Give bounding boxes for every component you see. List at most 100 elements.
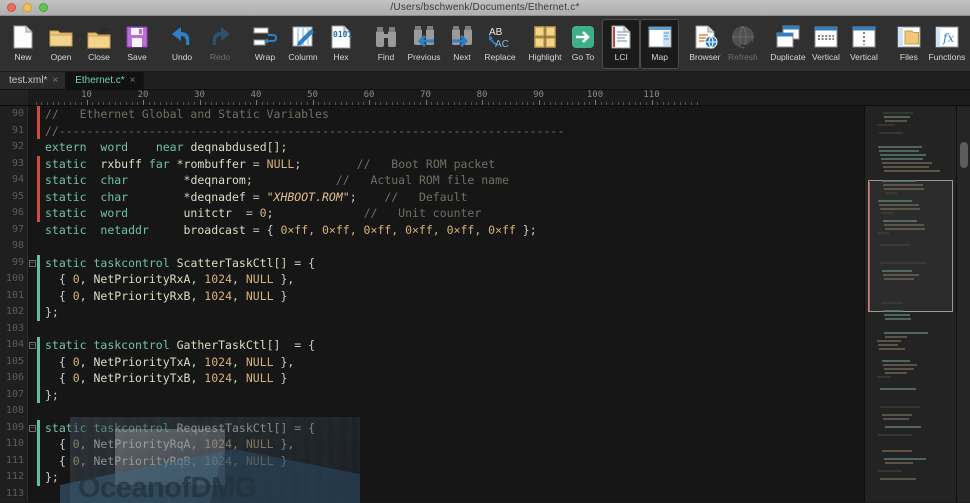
code-line[interactable]: 90 // Ethernet Global and Static Variable… [0, 106, 864, 123]
fold-toggle-icon[interactable]: − [28, 259, 37, 267]
toolbar-button-hex[interactable]: 0101 Hex [322, 19, 360, 69]
toolbar-button-next[interactable]: Next [443, 19, 481, 69]
line-number: 113 [5, 487, 24, 499]
line-number: 94 [11, 174, 24, 185]
toolbar-button-vertical[interactable]: Vertical [807, 19, 845, 69]
toolbar-button-wrap[interactable]: Wrap [246, 19, 284, 69]
ruler-tick [578, 102, 580, 105]
ruler-tick [131, 102, 133, 105]
ruler-tick [527, 102, 529, 105]
toolbar-button-new[interactable]: New [4, 19, 42, 69]
code-line[interactable]: 109− static taskcontrol RequestTaskCtl[] … [0, 419, 864, 436]
toolbar-button-open[interactable]: Open [42, 19, 80, 69]
ruler-tick [114, 102, 116, 105]
refresh-globe-icon [728, 22, 757, 51]
code-line[interactable]: 91 //------------------------------------… [0, 122, 864, 139]
toolbar-button-vertical-2[interactable]: Vertical [845, 19, 883, 69]
ruler-tick [380, 102, 382, 105]
code-line[interactable]: 105 { 0, NetPriorityTxA, 1024, NULL }, [0, 353, 864, 370]
toolbar-button-go-to[interactable]: Go To [564, 19, 602, 69]
code-line[interactable]: 97 static netaddr broadcast = { 0×ff, 0×f… [0, 222, 864, 239]
document-tab-ethernet-c-[interactable]: Ethernet.c* × [66, 72, 144, 89]
ruler-tick [239, 102, 241, 105]
toolbar-button-find[interactable]: Find [367, 19, 405, 69]
minimap-code-row [880, 262, 926, 264]
new-document-icon [9, 22, 38, 51]
document-tab-label: Ethernet.c* [75, 75, 125, 86]
code-line[interactable]: 99− static taskcontrol ScatterTaskCtl[] =… [0, 254, 864, 271]
code-line[interactable]: 95 static char *deqnadef = "XHBOOT.ROM"; … [0, 188, 864, 205]
toolbar-button-map[interactable]: Map [640, 19, 679, 69]
ruler-tick [402, 102, 404, 105]
toolbar-button-browser[interactable]: Browser [686, 19, 724, 69]
toolbar-button-label: Next [453, 52, 471, 62]
code-line[interactable]: 101 { 0, NetPriorityRxB, 1024, NULL } [0, 287, 864, 304]
line-number: 111 [5, 454, 24, 466]
minimap-code-row [877, 340, 901, 342]
code-line[interactable]: 100 { 0, NetPriorityRxA, 1024, NULL }, [0, 271, 864, 288]
toolbar-button-replace[interactable]: AB AC Replace [481, 19, 519, 69]
code-line[interactable]: 103 [0, 321, 864, 338]
fold-toggle-icon[interactable]: − [28, 341, 37, 350]
vertical-scrollbar[interactable] [956, 106, 970, 502]
ruler-tick [312, 100, 314, 105]
ruler-tick [295, 102, 297, 105]
code-line[interactable]: 94 static char *deqnarom; // Actual ROM f… [0, 172, 864, 189]
toolbar-button-label: Vertical [849, 52, 878, 62]
line-number: 112 [5, 471, 24, 482]
minimap-code-row [881, 302, 903, 304]
toolbar-button-label: Previous [407, 52, 441, 62]
toolbar-button-highlight[interactable]: Highlight [526, 19, 564, 69]
toolbar-button-label: Browser [689, 52, 721, 62]
code-line[interactable]: 108 [0, 403, 864, 420]
code-line[interactable]: 112}; [0, 469, 864, 486]
ruler-tick [323, 102, 325, 105]
code-line[interactable]: 102}; [0, 304, 864, 321]
close-tab-icon[interactable]: × [130, 75, 136, 86]
ruler-tick [549, 102, 551, 105]
ruler-tick [199, 100, 201, 105]
code-line[interactable]: 96 static word unitctr = 0; // Unit count… [0, 205, 864, 222]
code-lines[interactable]: 90 // Ethernet Global and Static Variable… [0, 106, 864, 502]
code-line[interactable]: 111 { 0, NetPriorityRqB, 1024, NULL } [0, 452, 864, 469]
close-tab-icon[interactable]: × [52, 75, 58, 86]
code-line[interactable]: 113 [0, 486, 864, 503]
toolbar-button-close[interactable]: Close [80, 19, 118, 69]
code-pane[interactable]: 90 // Ethernet Global and Static Variable… [0, 106, 864, 502]
fold-toggle-icon[interactable]: − [28, 424, 37, 432]
split-vertical-dotted-icon [849, 22, 878, 51]
code-line[interactable]: 92 extern word near deqnabdused[]; [0, 139, 864, 156]
svg-text:AC: AC [495, 39, 509, 50]
code-line[interactable]: 106 { 0, NetPriorityTxB, 1024, NULL } [0, 370, 864, 387]
code-line[interactable]: 98 [0, 238, 864, 255]
code-line[interactable]: 107}; [0, 386, 864, 403]
code-line[interactable]: 110 { 0, NetPriorityRqA, 1024, NULL }, [0, 436, 864, 453]
toolbar-button-previous[interactable]: Previous [405, 19, 443, 69]
toolbar-button-label: Functions [928, 52, 966, 62]
toolbar-button-save[interactable]: Save [118, 19, 156, 69]
line-number: 102 [5, 306, 24, 317]
toolbar-button-undo[interactable]: Undo [163, 19, 201, 69]
ruler-tick [318, 102, 320, 105]
toolbar-button-label: Close [88, 52, 110, 62]
vertical-scrollbar-thumb[interactable] [960, 142, 968, 168]
code-minimap[interactable] [864, 106, 956, 502]
code-line[interactable]: 104− static taskcontrol GatherTaskCtl[] =… [0, 337, 864, 354]
toolbar-button-duplicate[interactable]: Duplicate [769, 19, 807, 69]
code-line-text: static taskcontrol ScatterTaskCtl[] = { [45, 255, 316, 270]
redo-arrow-icon [206, 22, 235, 51]
minimap-code-row [878, 344, 898, 346]
ruler-tick [606, 102, 608, 105]
toolbar-button-files-2[interactable]: Files [890, 19, 928, 69]
ruler-tick [465, 102, 467, 105]
ruler-label: 90 [533, 90, 544, 100]
toolbar-button-column[interactable]: Column [284, 19, 322, 69]
minimap-code-row [877, 232, 889, 234]
code-line[interactable]: 93 static rxbuff far *rombuffer = NULL; /… [0, 155, 864, 172]
toolbar-button-functions-2[interactable]: fx Functions [928, 19, 966, 69]
ultraedit-window: /Users/bschwenk/Documents/Ethernet.c* Ne… [0, 0, 970, 503]
document-tab-test-xml-[interactable]: test.xml* × [0, 72, 67, 89]
code-line-text: static char *deqnarom; // Actual ROM fil… [45, 173, 509, 187]
ruler-tick [374, 102, 376, 105]
toolbar-button-lci[interactable]: LCI [602, 19, 641, 69]
